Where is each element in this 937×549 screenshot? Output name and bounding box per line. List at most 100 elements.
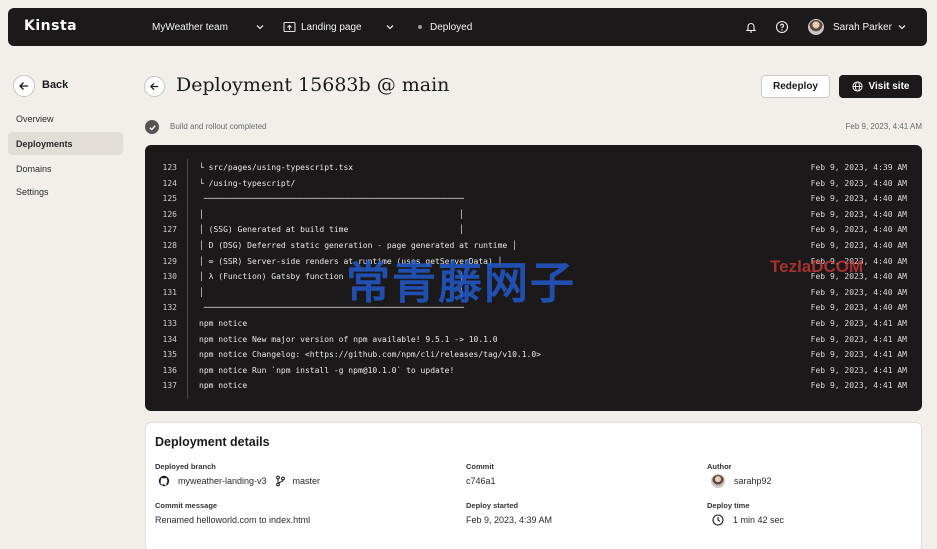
visit-site-label: Visit site bbox=[868, 81, 910, 92]
kinsta-logo[interactable]: Kinsta bbox=[24, 18, 77, 34]
team-name: MyWeather team bbox=[152, 21, 228, 33]
clock-icon bbox=[712, 514, 724, 526]
log-line-text: npm notice Changelog: <https://github.co… bbox=[199, 350, 541, 360]
deploy-started-label: Deploy started bbox=[466, 501, 519, 510]
log-line-number: 128 bbox=[162, 241, 177, 250]
log-line-number: 136 bbox=[162, 365, 177, 375]
log-line-text: npm notice Run `npm install -g npm@10.1.… bbox=[199, 365, 455, 375]
user-name: Sarah Parker bbox=[833, 21, 892, 33]
git-branch-icon bbox=[275, 475, 287, 487]
deploy-started-value: Feb 9, 2023, 4:39 AM bbox=[466, 515, 553, 525]
log-line-number: 123 bbox=[162, 163, 177, 172]
build-status-text: Build and rollout completed bbox=[170, 122, 267, 131]
log-line: 136 npm notice Run `npm install -g npm@10… bbox=[145, 363, 922, 378]
page-title: Deployment 15683b @ main bbox=[176, 74, 450, 96]
arrow-left-icon bbox=[19, 82, 28, 90]
chevron-down-icon[interactable] bbox=[384, 21, 396, 33]
site-selector[interactable]: Landing page bbox=[301, 8, 362, 46]
back-label[interactable]: Back bbox=[42, 79, 68, 91]
log-line-text: │ │ bbox=[199, 209, 464, 219]
help-icon[interactable] bbox=[775, 20, 789, 34]
check-circle-icon bbox=[145, 120, 159, 134]
sidebar-item-overview[interactable]: Overview bbox=[8, 107, 123, 130]
deployed-branch-label: Deployed branch bbox=[155, 462, 216, 471]
bell-icon[interactable] bbox=[744, 20, 758, 34]
log-line: 137 npm notice Feb 9, 2023, 4:41 AM bbox=[145, 378, 922, 393]
log-line: 127 │ (SSG) Generated at build time │ Feb … bbox=[145, 222, 922, 237]
build-status-date: Feb 9, 2023, 4:41 AM bbox=[845, 122, 923, 131]
visit-site-button[interactable]: Visit site bbox=[839, 75, 922, 98]
log-line-timestamp: Feb 9, 2023, 4:40 AM bbox=[810, 303, 907, 313]
globe-icon bbox=[851, 81, 863, 92]
header-back-button[interactable] bbox=[144, 76, 165, 97]
deployed-branch-value: myweather-landing-v3 master bbox=[158, 475, 320, 487]
arrow-left-icon bbox=[149, 82, 159, 91]
sidebar-item-deployments[interactable]: Deployments bbox=[8, 132, 123, 155]
chevron-down-icon[interactable] bbox=[254, 21, 266, 33]
log-line-number: 129 bbox=[162, 256, 177, 266]
chevron-down-icon[interactable] bbox=[896, 21, 908, 33]
log-line-number: 135 bbox=[162, 350, 177, 360]
sidebar-item-domains[interactable]: Domains bbox=[8, 157, 123, 180]
log-line: 124 └ /using-typescript/Feb 9, 2023, 4:40… bbox=[145, 176, 922, 191]
sidebar-item-settings[interactable]: Settings bbox=[8, 180, 123, 203]
log-line-text: ────────────────────────────────────────… bbox=[199, 194, 464, 204]
log-line-timestamp: Feb 9, 2023, 4:40 AM bbox=[810, 194, 907, 204]
log-line-text: └ /using-typescript/ bbox=[199, 178, 296, 188]
log-line-number: 126 bbox=[162, 209, 177, 219]
log-line-timestamp: Feb 9, 2023, 4:41 AM bbox=[810, 365, 907, 375]
author-value: sarahp92 bbox=[711, 474, 772, 488]
back-button[interactable] bbox=[13, 75, 35, 97]
team-selector[interactable]: MyWeather team bbox=[152, 8, 228, 46]
commit-message-label: Commit message bbox=[155, 501, 218, 510]
log-line-number: 130 bbox=[162, 272, 177, 282]
log-line: 134 npm notice New major version of npm a… bbox=[145, 332, 922, 347]
watermark: 常青藤网子 bbox=[346, 258, 576, 309]
log-line-text: └ src/pages/using-typescript.tsx bbox=[199, 163, 354, 172]
log-line-text: │ (SSG) Generated at build time │ bbox=[199, 225, 464, 235]
deployment-details-card: Deployment details Deployed branch mywea… bbox=[145, 422, 922, 549]
deployment-status: Deployed bbox=[418, 8, 472, 46]
log-line-text: npm notice bbox=[199, 381, 248, 391]
log-line-number: 125 bbox=[162, 194, 177, 204]
github-icon bbox=[158, 475, 170, 487]
author-label: Author bbox=[707, 462, 732, 471]
author-avatar bbox=[711, 474, 725, 488]
log-line-timestamp: Feb 9, 2023, 4:39 AM bbox=[810, 163, 907, 172]
deploy-duration: 1 min 42 sec bbox=[733, 515, 785, 525]
top-navigation-bar: Kinsta MyWeather team Landing page Deplo… bbox=[8, 8, 927, 46]
log-line: 123 └ src/pages/using-typescript.tsx Feb 9… bbox=[145, 160, 922, 175]
site-name: Landing page bbox=[301, 21, 362, 33]
log-line-timestamp: Feb 9, 2023, 4:40 AM bbox=[810, 241, 907, 250]
log-line-number: 132 bbox=[162, 303, 177, 313]
status-dot bbox=[418, 25, 422, 29]
status-label: Deployed bbox=[430, 21, 473, 33]
log-line-text: npm notice bbox=[199, 319, 248, 328]
commit-hash[interactable]: c746a1 bbox=[466, 476, 496, 486]
log-line-timestamp: Feb 9, 2023, 4:40 AM bbox=[810, 287, 907, 297]
log-line: 133 npm notice Feb 9, 2023, 4:41 AM bbox=[145, 316, 922, 331]
log-line-timestamp: Feb 9, 2023, 4:40 AM bbox=[810, 209, 907, 219]
redeploy-button[interactable]: Redeploy bbox=[761, 75, 830, 98]
log-line-timestamp: Feb 9, 2023, 4:41 AM bbox=[810, 334, 907, 344]
details-title: Deployment details bbox=[155, 435, 270, 449]
commit-label: Commit bbox=[466, 462, 494, 471]
log-line-number: 127 bbox=[162, 225, 177, 235]
log-line-number: 131 bbox=[162, 287, 177, 297]
log-line-timestamp: Feb 9, 2023, 4:40 AM bbox=[810, 225, 907, 235]
branch-name: master bbox=[292, 476, 321, 486]
log-line: 135 npm notice Changelog: <https://github… bbox=[145, 347, 922, 362]
log-line-timestamp: Feb 9, 2023, 4:41 AM bbox=[810, 381, 907, 391]
log-line-number: 134 bbox=[162, 334, 177, 344]
deploy-time-value: 1 min 42 sec bbox=[712, 514, 784, 526]
log-line-number: 137 bbox=[162, 381, 177, 391]
user-menu[interactable]: Sarah Parker bbox=[808, 8, 892, 46]
log-line-timestamp: Feb 9, 2023, 4:41 AM bbox=[810, 319, 907, 328]
log-line-text: npm notice New major version of npm avai… bbox=[199, 334, 498, 344]
repo-name: myweather-landing-v3 bbox=[178, 476, 267, 486]
deploy-time-label: Deploy time bbox=[707, 501, 750, 510]
log-line: 125 ────────────────────────────────────… bbox=[145, 191, 922, 206]
watermark-side: TezlaDCOM bbox=[770, 257, 864, 276]
log-line-timestamp: Feb 9, 2023, 4:41 AM bbox=[810, 350, 907, 360]
log-line-number: 124 bbox=[162, 178, 177, 188]
